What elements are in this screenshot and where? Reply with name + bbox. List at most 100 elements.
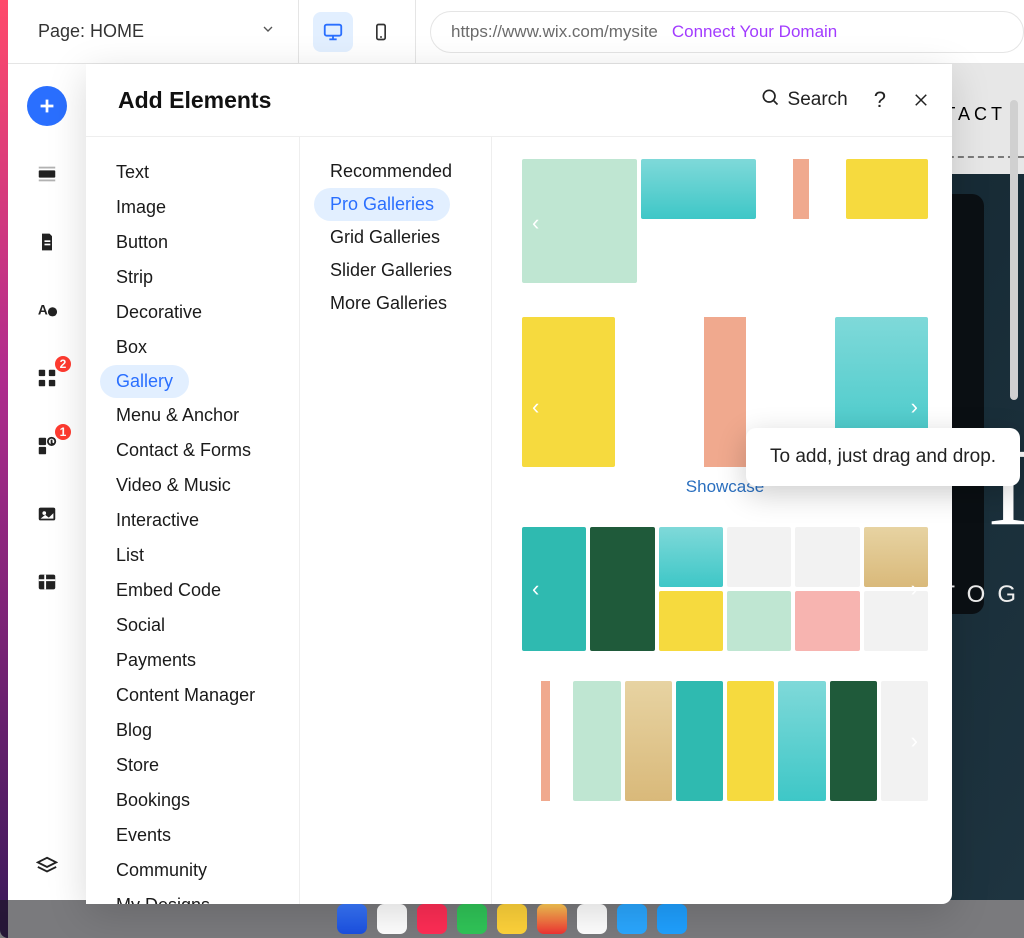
chevron-down-icon	[260, 21, 276, 42]
connect-domain-link[interactable]: Connect Your Domain	[672, 22, 837, 42]
add-elements-button[interactable]	[27, 86, 67, 126]
category-item[interactable]: Strip	[86, 260, 299, 295]
category-item[interactable]: Box	[86, 330, 299, 365]
dock-app-icon[interactable]	[617, 904, 647, 934]
thumbnail	[795, 527, 859, 587]
top-bar: Page: HOME https://www.wix.com/mysite Co…	[8, 0, 1024, 64]
search-icon	[760, 87, 780, 113]
subcategory-item[interactable]: Pro Galleries	[314, 188, 450, 221]
media-icon[interactable]	[27, 494, 67, 534]
desktop-view-button[interactable]	[313, 12, 353, 52]
subcategory-list: RecommendedPro GalleriesGrid GalleriesSl…	[300, 137, 492, 904]
category-item[interactable]: Community	[86, 853, 299, 888]
macos-dock	[0, 900, 1024, 938]
category-item[interactable]: My Designs	[86, 888, 299, 904]
gallery-preview[interactable]: ‹ ›	[522, 527, 928, 651]
thumbnail	[830, 681, 877, 801]
category-item[interactable]: Store	[86, 748, 299, 783]
category-item[interactable]: Embed Code	[86, 573, 299, 608]
gallery-preview[interactable]: ‹ ›	[522, 159, 928, 287]
site-design-icon[interactable]: A	[27, 290, 67, 330]
dock-app-icon[interactable]	[457, 904, 487, 934]
thumbnail	[590, 527, 654, 651]
page-selector[interactable]: Page: HOME	[8, 21, 298, 42]
category-item[interactable]: Button	[86, 225, 299, 260]
next-arrow-icon[interactable]: ›	[911, 576, 918, 602]
category-item[interactable]: Social	[86, 608, 299, 643]
layers-icon[interactable]	[27, 846, 67, 886]
category-item[interactable]: Interactive	[86, 503, 299, 538]
badge: 1	[53, 422, 73, 442]
dock-app-icon[interactable]	[377, 904, 407, 934]
prev-arrow-icon[interactable]: ‹	[532, 576, 539, 602]
window-accent	[0, 0, 8, 938]
dock-app-icon[interactable]	[337, 904, 367, 934]
category-item[interactable]: Bookings	[86, 783, 299, 818]
search-label: Search	[788, 89, 848, 111]
subcategory-item[interactable]: Grid Galleries	[300, 221, 491, 254]
thumbnail	[659, 527, 723, 587]
site-url: https://www.wix.com/mysite	[451, 22, 658, 42]
prev-arrow-icon[interactable]: ‹	[532, 210, 539, 236]
category-item[interactable]: Decorative	[86, 295, 299, 330]
subcategory-item[interactable]: More Galleries	[300, 287, 491, 320]
next-arrow-icon[interactable]: ›	[911, 210, 918, 236]
category-item[interactable]: Blog	[86, 713, 299, 748]
subcategory-item[interactable]: Recommended	[300, 155, 491, 188]
category-item[interactable]: Payments	[86, 643, 299, 678]
thumbnail	[795, 591, 859, 651]
scrollbar[interactable]	[1010, 100, 1018, 400]
category-item[interactable]: Image	[86, 190, 299, 225]
thumbnail	[760, 159, 842, 219]
dock-app-icon[interactable]	[657, 904, 687, 934]
my-business-icon[interactable]: 1	[27, 426, 67, 466]
panel-header: Add Elements Search ?	[86, 64, 952, 136]
badge: 2	[53, 354, 73, 374]
subcategory-item[interactable]: Slider Galleries	[300, 254, 491, 287]
dock-app-icon[interactable]	[577, 904, 607, 934]
prev-arrow-icon[interactable]: ‹	[532, 728, 539, 754]
category-item[interactable]: Text	[86, 155, 299, 190]
app-market-icon[interactable]: 2	[27, 358, 67, 398]
thumbnail	[864, 527, 928, 587]
thumbnail	[522, 681, 569, 801]
drag-drop-tooltip: To add, just drag and drop.	[746, 428, 1020, 486]
category-item[interactable]: List	[86, 538, 299, 573]
tooltip-text: To add, just drag and drop.	[770, 446, 996, 467]
prev-arrow-icon[interactable]: ‹	[532, 394, 539, 420]
panel-search[interactable]: Search	[760, 87, 848, 113]
thumbnail	[573, 681, 620, 801]
category-item[interactable]: Content Manager	[86, 678, 299, 713]
mobile-view-button[interactable]	[361, 12, 401, 52]
category-item[interactable]: Video & Music	[86, 468, 299, 503]
next-arrow-icon[interactable]: ›	[911, 728, 918, 754]
pages-icon[interactable]	[27, 222, 67, 262]
category-item[interactable]: Gallery	[100, 365, 189, 398]
svg-text:A: A	[38, 303, 48, 318]
thumbnail	[625, 681, 672, 801]
thumbnail	[641, 159, 756, 219]
next-arrow-icon[interactable]: ›	[911, 394, 918, 420]
dock-app-icon[interactable]	[417, 904, 447, 934]
thumbnail	[727, 527, 791, 587]
help-button[interactable]: ?	[874, 87, 886, 113]
thumbnail	[778, 681, 825, 801]
content-manager-icon[interactable]	[27, 562, 67, 602]
close-button[interactable]	[912, 91, 930, 109]
panel-title: Add Elements	[118, 87, 271, 114]
dock-app-icon[interactable]	[537, 904, 567, 934]
category-item[interactable]: Events	[86, 818, 299, 853]
url-bar[interactable]: https://www.wix.com/mysite Connect Your …	[430, 11, 1024, 53]
thumbnail	[676, 681, 723, 801]
dock-app-icon[interactable]	[497, 904, 527, 934]
thumbnail	[659, 591, 723, 651]
category-item[interactable]: Menu & Anchor	[86, 398, 299, 433]
thumbnail	[881, 681, 928, 801]
sections-icon[interactable]	[27, 154, 67, 194]
category-list: TextImageButtonStripDecorativeBoxGallery…	[86, 137, 300, 904]
thumbnail	[864, 591, 928, 651]
category-item[interactable]: Contact & Forms	[86, 433, 299, 468]
gallery-preview[interactable]: ‹ ›	[522, 681, 928, 801]
thumbnail	[522, 317, 615, 467]
thumbnail	[727, 591, 791, 651]
